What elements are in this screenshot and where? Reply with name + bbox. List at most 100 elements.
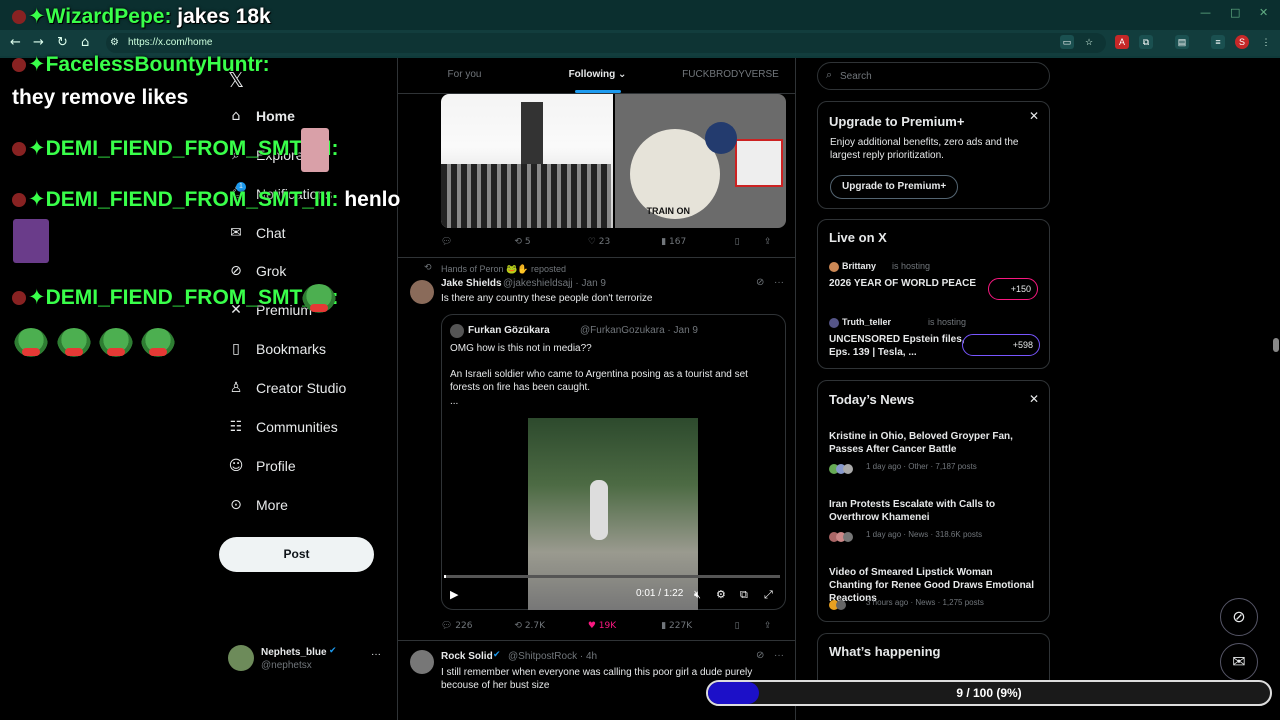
settings-icon[interactable]: ⚙ <box>716 588 726 601</box>
profile-icon: ☺ <box>228 458 244 474</box>
pepe-emote <box>141 328 175 362</box>
cast-icon[interactable]: ▭ <box>1060 35 1074 49</box>
nav-home[interactable]: ⌂ Home <box>228 101 295 131</box>
forward-icon[interactable]: → <box>33 35 44 50</box>
chat-badge <box>12 58 26 73</box>
address-bar[interactable] <box>106 33 1106 53</box>
author-avatar[interactable] <box>410 280 434 304</box>
premium-title: Upgrade to Premium+ <box>829 114 965 129</box>
account-more-icon[interactable]: ··· <box>371 649 381 660</box>
sticker-wall-image[interactable]: TRAIN ON <box>614 94 786 228</box>
repost-button[interactable]: ⟲ 2.7K <box>514 621 587 631</box>
scrollbar[interactable] <box>1272 58 1280 720</box>
bookmark-icon[interactable]: ▯ <box>735 237 764 247</box>
profile-avatar[interactable]: S <box>1235 35 1249 49</box>
fullscreen-icon[interactable]: ⤢ <box>764 588 773 602</box>
close-icon[interactable]: ✕ <box>1029 392 1039 406</box>
minimize-icon[interactable]: — <box>1200 6 1211 19</box>
nav-creator-label: Creator Studio <box>256 380 347 396</box>
host-name[interactable]: Truth_teller <box>842 317 891 327</box>
video-player[interactable] <box>528 418 698 610</box>
nav-chat[interactable]: ✉ Chat <box>228 218 285 248</box>
nav-communities-label: Communities <box>256 419 338 435</box>
reload-icon[interactable]: ↻ <box>57 35 68 50</box>
chat-badge <box>12 193 26 208</box>
post-button[interactable]: Post <box>219 537 374 572</box>
reply-icon[interactable]: 💬︎ <box>441 237 514 247</box>
author-handle[interactable]: @ShitpostRock · 4h <box>508 651 597 662</box>
nav-bookmarks[interactable]: ▯ Bookmarks <box>228 334 326 364</box>
play-icon[interactable]: ▶ <box>450 588 458 601</box>
bookmark-star-icon[interactable]: ☆ <box>1082 35 1096 49</box>
video-progress-bar[interactable] <box>444 575 780 578</box>
maximize-icon[interactable]: □ <box>1230 6 1240 19</box>
sidebar-icon[interactable]: ▤ <box>1175 35 1189 49</box>
premium-card: Upgrade to Premium+ ✕ Enjoy additional b… <box>817 101 1050 209</box>
author-name[interactable]: Jake Shields <box>441 278 502 289</box>
chat-text: they remove likes <box>12 86 189 109</box>
host-name[interactable]: Brittany <box>842 261 876 271</box>
reposted-by[interactable]: Hands of Peron 🐸✋ reposted <box>441 264 566 275</box>
tweet-media-grid[interactable]: TRAIN ON <box>441 94 786 228</box>
pip-icon[interactable]: ⧉ <box>740 588 748 602</box>
nav-more[interactable]: ⊙ More <box>228 490 288 520</box>
share-icon[interactable]: ⇪ <box>764 237 786 247</box>
account-switcher[interactable]: Nephets_blue ✔ @nephetsx ··· <box>228 645 388 675</box>
more-icon[interactable]: ··· <box>774 277 784 288</box>
listener-count[interactable]: +150 <box>988 278 1038 300</box>
tab-list[interactable]: FUCKBRODYVERSE <box>664 58 795 93</box>
nav-bookmarks-label: Bookmarks <box>256 341 327 357</box>
adblock-icon[interactable]: A <box>1115 35 1129 49</box>
tab-following[interactable]: Following ⌄ <box>531 58 664 93</box>
communities-icon: ☷ <box>229 419 243 435</box>
messages-fab-icon[interactable]: ✉ <box>1220 643 1258 681</box>
nav-creator-studio[interactable]: ♙ Creator Studio <box>228 373 347 403</box>
tab-for-you[interactable]: For you <box>398 58 531 93</box>
views-button[interactable]: ▮ 167 <box>661 237 734 247</box>
news-headline[interactable]: Iran Protests Escalate with Calls to Ove… <box>829 498 1034 524</box>
tweet-actions: 💬︎ ⟲ 5 ♡ 23 ▮ 167 ▯ ⇪ <box>441 237 786 247</box>
more-icon[interactable]: ··· <box>774 650 784 661</box>
grok-fab-icon[interactable]: ⊘ <box>1220 598 1258 636</box>
pepe-emote <box>57 328 91 362</box>
listener-count[interactable]: +598 <box>962 334 1040 356</box>
nav-communities[interactable]: ☷ Communities <box>228 412 338 442</box>
repost-button[interactable]: ⟲ 5 <box>514 237 587 247</box>
nav-grok[interactable]: ⊘ Grok <box>228 256 286 286</box>
url-text[interactable]: https://x.com/home <box>128 37 212 48</box>
author-handle[interactable]: @jakeshieldsajj · Jan 9 <box>503 278 606 289</box>
extensions-icon[interactable]: ⧉ <box>1139 35 1153 49</box>
search-input[interactable]: Search <box>817 62 1050 90</box>
grok-icon[interactable]: ⊘ <box>756 650 764 661</box>
author-name[interactable]: Rock Solid <box>441 651 493 662</box>
back-icon[interactable]: ← <box>10 35 21 50</box>
author-avatar[interactable] <box>410 650 434 674</box>
reply-count: 226 <box>455 621 473 631</box>
grok-icon[interactable]: ⊘ <box>756 277 764 288</box>
home-icon[interactable]: ⌂ <box>81 35 89 50</box>
site-info-icon[interactable]: ⚙ <box>110 37 119 48</box>
like-button[interactable]: ♥ 19K <box>588 621 661 631</box>
upgrade-button[interactable]: Upgrade to Premium+ <box>830 175 959 199</box>
host-status: is hosting <box>892 261 931 271</box>
chat-username: DEMI_FIEND_FROM_SMT_III: <box>45 286 339 309</box>
like-button[interactable]: ♡ 23 <box>588 237 661 247</box>
more-circle-icon: ⊙ <box>230 497 242 513</box>
chat-text: henlo <box>344 188 401 211</box>
nav-profile[interactable]: ☺ Profile <box>228 451 296 481</box>
reply-button[interactable]: 💬︎ 226 <box>441 621 514 631</box>
bookmark-icon: ▯ <box>232 341 240 357</box>
mute-icon[interactable]: 🔇︎ <box>694 588 701 602</box>
bookmark-icon[interactable]: ▯ <box>735 621 764 631</box>
city-skyline-image[interactable] <box>441 94 613 228</box>
views-button[interactable]: ▮ 227K <box>661 621 734 631</box>
news-headline[interactable]: Kristine in Ohio, Beloved Groyper Fan, P… <box>829 430 1034 456</box>
chat-message: ✦WizardPepe: jakes 18k <box>12 4 271 29</box>
share-icon[interactable]: ⇪ <box>764 621 786 631</box>
close-window-icon[interactable]: ✕ <box>1259 6 1268 19</box>
reading-list-icon[interactable]: ≡ <box>1211 35 1225 49</box>
live-item-title[interactable]: UNCENSORED Epstein files, Eps. 139 | Tes… <box>829 333 974 359</box>
close-icon[interactable]: ✕ <box>1029 109 1039 123</box>
menu-icon[interactable]: ⋮ <box>1259 35 1273 49</box>
news-meta: 1 day ago · Other · 7,187 posts <box>866 462 977 471</box>
